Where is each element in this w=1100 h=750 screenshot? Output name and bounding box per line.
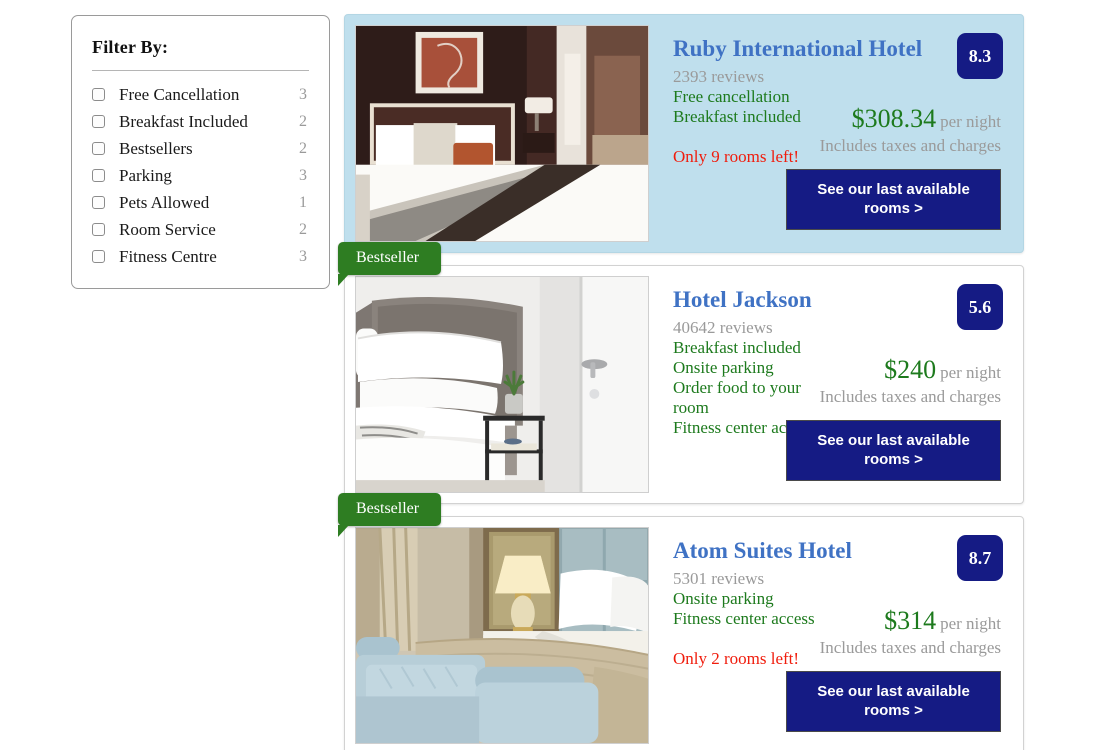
filter-item-label: Room Service <box>119 220 216 239</box>
checkbox-icon[interactable] <box>92 250 105 263</box>
card-body: Atom Suites Hotel 8.7 5301 reviews Onsite p… <box>345 517 1023 750</box>
filter-item-count: 1 <box>299 193 307 211</box>
amenity-item: Order food to your room <box>673 378 801 418</box>
amenity-item: Onsite parking <box>673 589 774 609</box>
filter-item-count: 3 <box>299 85 307 103</box>
review-count: 40642 reviews <box>673 318 773 338</box>
filter-row[interactable]: Room Service 2 <box>92 216 309 243</box>
filter-item-label: Fitness Centre <box>119 247 217 266</box>
amenity-item: Free cancellation <box>673 87 790 107</box>
amenity-item: Breakfast included <box>673 338 801 358</box>
hotel-photo <box>355 527 649 744</box>
filter-row[interactable]: Breakfast Included 2 <box>92 108 309 135</box>
filter-row[interactable]: Fitness Centre 3 <box>92 243 309 270</box>
hotel-name[interactable]: Hotel Jackson <box>673 287 941 312</box>
price-amount: $314 <box>884 606 937 635</box>
per-night-label: per night <box>940 112 1001 131</box>
filter-item-label: Free Cancellation <box>119 85 240 104</box>
amenity-item: Fitness center access <box>673 609 815 629</box>
hotel-result-card[interactable]: Bestseller Hotel Jackson 5.6 40642 reviews B… <box>338 242 1024 504</box>
hotel-search-results-page: Filter By: Free Cancellation 3 Breakfast I… <box>0 0 1100 750</box>
per-night-label: per night <box>940 614 1001 633</box>
filter-divider <box>92 70 309 71</box>
checkbox-icon[interactable] <box>92 223 105 236</box>
see-rooms-button[interactable]: See our last available rooms > <box>786 169 1001 230</box>
filter-item-label: Bestsellers <box>119 139 193 158</box>
hotel-detail: Atom Suites Hotel 8.7 5301 reviews Onsite p… <box>649 527 1013 744</box>
checkbox-icon[interactable] <box>92 142 105 155</box>
filter-row[interactable]: Pets Allowed 1 <box>92 189 309 216</box>
bestseller-badge: Bestseller <box>338 493 442 537</box>
filter-row[interactable]: Free Cancellation 3 <box>92 81 309 108</box>
hotel-detail: Ruby International Hotel 8.3 2393 reviews F… <box>649 25 1013 242</box>
filter-item-label: Parking <box>119 166 172 185</box>
checkbox-icon[interactable] <box>92 115 105 128</box>
hotel-result-card[interactable]: Ruby International Hotel 8.3 2393 reviews F… <box>344 14 1024 253</box>
card-body: Ruby International Hotel 8.3 2393 reviews F… <box>345 15 1023 252</box>
filter-item-count: 2 <box>299 220 307 238</box>
card-body: Hotel Jackson 5.6 40642 reviews Breakfast i… <box>345 266 1023 503</box>
amenity-item: Breakfast included <box>673 107 801 127</box>
hotel-name[interactable]: Atom Suites Hotel <box>673 538 941 563</box>
amenity-item: Onsite parking <box>673 358 774 378</box>
price-block: $314 per night Includes taxes and charges <box>820 606 1001 658</box>
filter-item-count: 3 <box>299 247 307 265</box>
filter-item-label: Pets Allowed <box>119 193 210 212</box>
price-block: $240 per night Includes taxes and charges <box>820 355 1001 407</box>
per-night-label: per night <box>940 363 1001 382</box>
checkbox-icon[interactable] <box>92 196 105 209</box>
price-amount: $240 <box>884 355 937 384</box>
filter-panel: Filter By: Free Cancellation 3 Breakfast I… <box>71 15 330 289</box>
hotel-score-badge: 8.7 <box>957 535 1003 581</box>
hotel-photo <box>355 25 649 242</box>
filter-row[interactable]: Bestsellers 2 <box>92 135 309 162</box>
hotel-facts: 5301 reviews Onsite parking Fitness center… <box>673 569 831 629</box>
checkbox-icon[interactable] <box>92 88 105 101</box>
filter-list: Free Cancellation 3 Breakfast Included 2 Bes… <box>92 81 309 270</box>
hotel-detail: Hotel Jackson 5.6 40642 reviews Breakfast i… <box>649 276 1013 493</box>
filter-item-count: 2 <box>299 112 307 130</box>
see-rooms-button[interactable]: See our last available rooms > <box>786 420 1001 481</box>
hotel-result-card[interactable]: Bestseller Atom Suites Hotel 8.7 5301 revie… <box>338 493 1024 750</box>
taxes-note: Includes taxes and charges <box>819 638 1001 657</box>
taxes-note: Includes taxes and charges <box>819 136 1001 155</box>
hotel-name[interactable]: Ruby International Hotel <box>673 36 941 61</box>
filter-item-count: 2 <box>299 139 307 157</box>
filter-panel-title: Filter By: <box>92 37 169 57</box>
price-amount: $308.34 <box>851 104 937 133</box>
taxes-note: Includes taxes and charges <box>819 387 1001 406</box>
see-rooms-button[interactable]: See our last available rooms > <box>786 671 1001 732</box>
bestseller-badge: Bestseller <box>338 242 442 286</box>
hotel-facts: 2393 reviews Free cancellation Breakfast i… <box>673 67 831 127</box>
hotel-score-badge: 8.3 <box>957 33 1003 79</box>
price-block: $308.34 per night Includes taxes and char… <box>820 104 1001 156</box>
hotel-score-badge: 5.6 <box>957 284 1003 330</box>
checkbox-icon[interactable] <box>92 169 105 182</box>
filter-row[interactable]: Parking 3 <box>92 162 309 189</box>
review-count: 2393 reviews <box>673 67 765 87</box>
results-list: Ruby International Hotel 8.3 2393 reviews F… <box>338 14 1024 750</box>
review-count: 5301 reviews <box>673 569 765 589</box>
filter-item-count: 3 <box>299 166 307 184</box>
hotel-photo <box>355 276 649 493</box>
filter-item-label: Breakfast Included <box>119 112 248 131</box>
